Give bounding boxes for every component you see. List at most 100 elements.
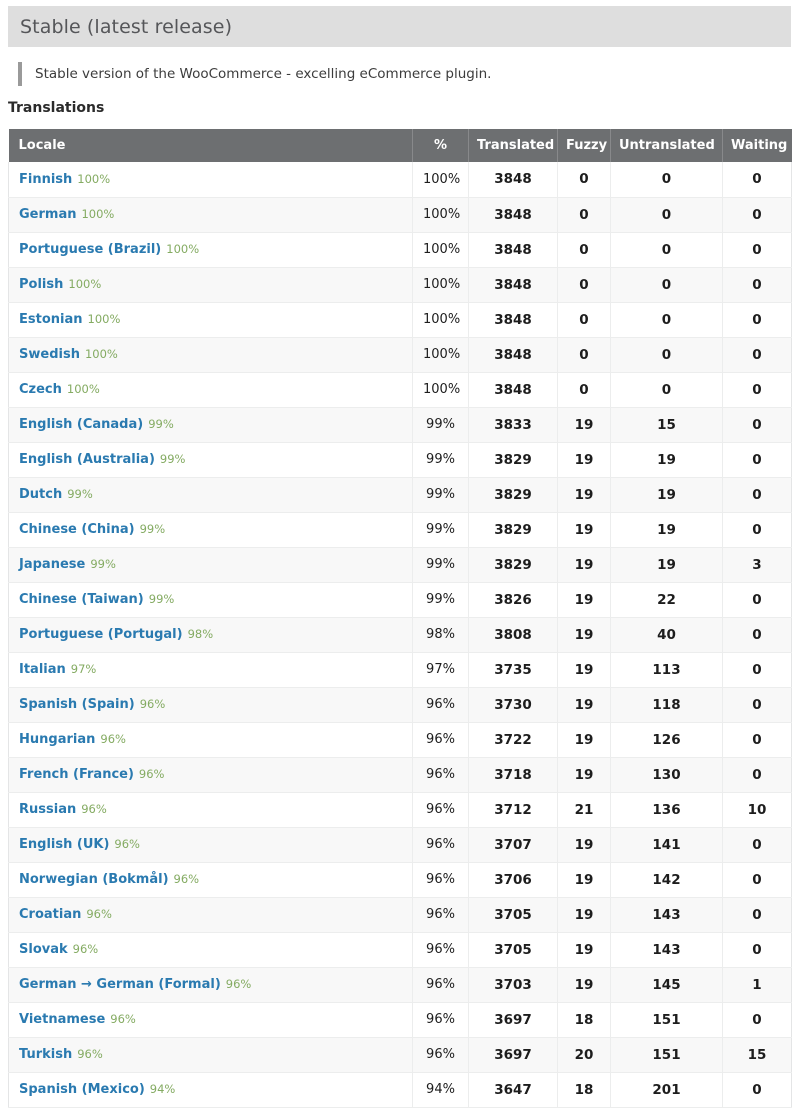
cell-translated: 3706: [468, 862, 558, 898]
column-header-fuzzy[interactable]: Fuzzy: [557, 129, 611, 162]
column-header-percent[interactable]: %: [412, 129, 469, 162]
locale-percent-badge: 96%: [139, 697, 166, 711]
cell-locale: Russian 96%: [8, 792, 413, 828]
cell-translated: 3697: [468, 1037, 558, 1073]
cell-untranslated: 40: [610, 617, 723, 653]
locale-link[interactable]: Croatian: [19, 907, 81, 922]
cell-locale: Finnish 100%: [8, 162, 413, 198]
locale-link[interactable]: French (France): [19, 767, 134, 782]
column-header-waiting[interactable]: Waiting: [722, 129, 792, 162]
locale-link[interactable]: Hungarian: [19, 732, 95, 747]
cell-fuzzy: 0: [557, 197, 611, 233]
cell-percent: 99%: [412, 547, 469, 583]
locale-link[interactable]: Czech: [19, 382, 62, 397]
locale-link[interactable]: Slovak: [19, 942, 68, 957]
cell-translated: 3829: [468, 477, 558, 513]
locale-link[interactable]: Portuguese (Portugal): [19, 627, 183, 642]
cell-untranslated: 145: [610, 967, 723, 1003]
locale-percent-badge: 94%: [149, 1082, 176, 1096]
locale-link[interactable]: Vietnamese: [19, 1012, 105, 1027]
cell-locale: Japanese 99%: [8, 547, 413, 583]
locale-percent-badge: 100%: [66, 382, 100, 396]
locale-link[interactable]: German → German (Formal): [19, 977, 221, 992]
cell-fuzzy: 18: [557, 1072, 611, 1108]
release-description-text: Stable version of the WooCommerce - exce…: [35, 66, 492, 82]
table-row: Italian 97% 97% 3735 19 113 0: [8, 652, 792, 688]
cell-translated: 3833: [468, 407, 558, 443]
cell-translated: 3730: [468, 687, 558, 723]
cell-waiting: 0: [722, 442, 792, 478]
cell-translated: 3848: [468, 337, 558, 373]
cell-percent: 97%: [412, 652, 469, 688]
cell-untranslated: 143: [610, 897, 723, 933]
cell-translated: 3718: [468, 757, 558, 793]
locale-link[interactable]: Russian: [19, 802, 76, 817]
cell-percent: 96%: [412, 757, 469, 793]
column-header-locale[interactable]: Locale: [8, 129, 413, 162]
locale-link[interactable]: Turkish: [19, 1047, 72, 1062]
locale-link[interactable]: English (UK): [19, 837, 109, 852]
locale-link[interactable]: Spanish (Mexico): [19, 1082, 145, 1097]
locale-link[interactable]: Finnish: [19, 172, 72, 187]
locale-percent-badge: 96%: [110, 1012, 136, 1026]
cell-waiting: 0: [722, 862, 792, 898]
locale-link[interactable]: Dutch: [19, 487, 62, 502]
cell-translated: 3712: [468, 792, 558, 828]
cell-fuzzy: 19: [557, 512, 611, 548]
table-row: Slovak 96% 96% 3705 19 143 0: [8, 932, 792, 968]
cell-waiting: 0: [722, 197, 792, 233]
translations-heading: Translations: [8, 100, 105, 116]
locale-percent-badge: 96%: [173, 872, 200, 886]
cell-percent: 100%: [412, 372, 469, 408]
cell-fuzzy: 19: [557, 477, 611, 513]
locale-link[interactable]: Spanish (Spain): [19, 697, 135, 712]
column-header-translated[interactable]: Translated: [468, 129, 558, 162]
table-row: Finnish 100% 100% 3848 0 0 0: [8, 162, 792, 198]
locale-link[interactable]: English (Australia): [19, 452, 155, 467]
cell-locale: French (France) 96%: [8, 757, 413, 793]
locale-percent-badge: 100%: [68, 277, 102, 291]
table-row: Turkish 96% 96% 3697 20 151 15: [8, 1037, 792, 1073]
cell-locale: Swedish 100%: [8, 337, 413, 373]
translations-page: Stable (latest release) Stable version o…: [0, 0, 800, 1108]
locale-link[interactable]: English (Canada): [19, 417, 143, 432]
locale-link[interactable]: Portuguese (Brazil): [19, 242, 161, 257]
cell-untranslated: 151: [610, 1037, 723, 1073]
table-row: Spanish (Mexico) 94% 94% 3647 18 201 0: [8, 1072, 792, 1108]
cell-fuzzy: 19: [557, 652, 611, 688]
cell-fuzzy: 19: [557, 757, 611, 793]
locale-link[interactable]: German: [19, 207, 76, 222]
locale-percent-badge: 99%: [67, 487, 93, 501]
table-row: Chinese (China) 99% 99% 3829 19 19 0: [8, 512, 792, 548]
cell-waiting: 0: [722, 1072, 792, 1108]
locale-link[interactable]: Chinese (China): [19, 522, 135, 537]
cell-locale: Portuguese (Brazil) 100%: [8, 232, 413, 268]
cell-percent: 99%: [412, 512, 469, 548]
locale-link[interactable]: Swedish: [19, 347, 80, 362]
column-header-untranslated[interactable]: Untranslated: [610, 129, 723, 162]
cell-waiting: 0: [722, 232, 792, 268]
release-description-blockquote: Stable version of the WooCommerce - exce…: [18, 62, 778, 86]
cell-waiting: 0: [722, 617, 792, 653]
table-row: Russian 96% 96% 3712 21 136 10: [8, 792, 792, 828]
cell-fuzzy: 19: [557, 932, 611, 968]
cell-locale: English (UK) 96%: [8, 827, 413, 863]
cell-locale: Portuguese (Portugal) 98%: [8, 617, 413, 653]
cell-fuzzy: 0: [557, 302, 611, 338]
locale-link[interactable]: Polish: [19, 277, 63, 292]
locale-link[interactable]: Japanese: [19, 557, 85, 572]
locale-percent-badge: 99%: [90, 557, 116, 571]
locale-link[interactable]: Estonian: [19, 312, 83, 327]
cell-locale: Chinese (Taiwan) 99%: [8, 582, 413, 618]
locale-link[interactable]: Norwegian (Bokmål): [19, 872, 169, 887]
cell-waiting: 0: [722, 302, 792, 338]
cell-translated: 3826: [468, 582, 558, 618]
cell-untranslated: 142: [610, 862, 723, 898]
locale-link[interactable]: Italian: [19, 662, 66, 677]
cell-untranslated: 151: [610, 1002, 723, 1038]
cell-fuzzy: 0: [557, 337, 611, 373]
table-row: Portuguese (Brazil) 100% 100% 3848 0 0 0: [8, 232, 792, 268]
cell-percent: 100%: [412, 302, 469, 338]
cell-translated: 3848: [468, 162, 558, 198]
locale-link[interactable]: Chinese (Taiwan): [19, 592, 144, 607]
